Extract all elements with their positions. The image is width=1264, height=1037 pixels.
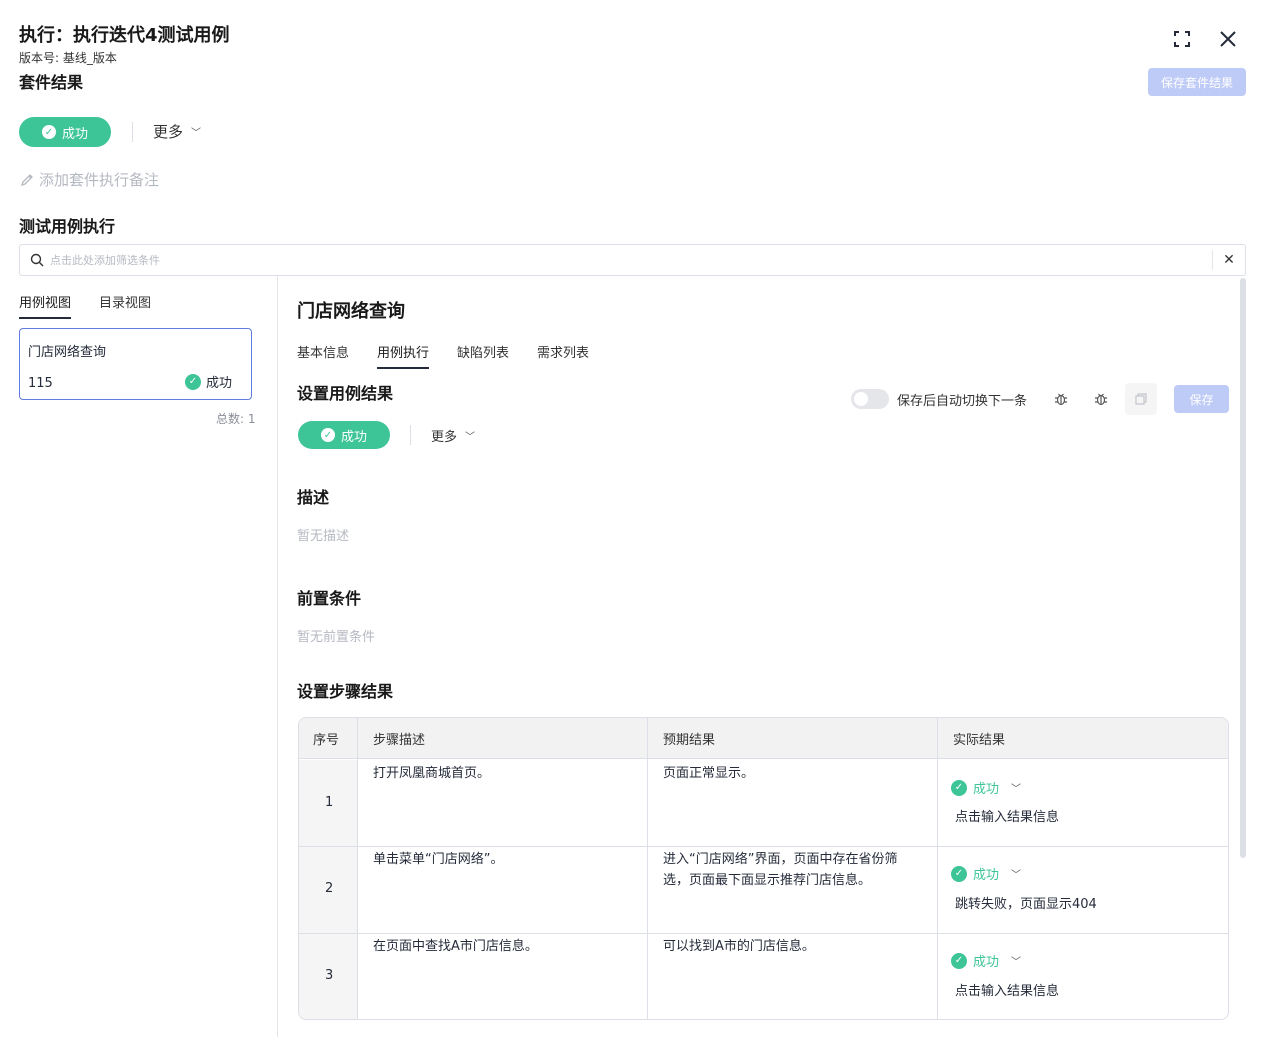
- step-description: 在页面中查找A市门店信息。: [373, 939, 538, 954]
- step-description: 单击菜单“门店网络”。: [373, 852, 504, 867]
- row-index: 1: [325, 795, 334, 810]
- precondition-empty: 暂无前置条件: [297, 630, 376, 645]
- case-status-label: 成功: [206, 376, 233, 391]
- case-status: ✓ 成功: [185, 372, 232, 391]
- suite-status-label: 成功: [61, 126, 88, 142]
- case-more-dropdown[interactable]: 更多 ﹀: [431, 426, 475, 445]
- step-description: 打开凤凰商城首页。: [373, 766, 491, 781]
- total-count: 总数: 1: [216, 412, 256, 426]
- tab-case-view[interactable]: 用例视图: [19, 292, 72, 319]
- add-note-label: 添加套件执行备注: [39, 171, 160, 189]
- actual-result-input[interactable]: 点击输入结果信息: [955, 807, 1059, 828]
- bug-icon[interactable]: [1051, 389, 1071, 409]
- auto-switch-toggle[interactable]: [851, 389, 889, 409]
- edit-icon: [20, 173, 33, 186]
- header-step: 步骤描述: [357, 718, 647, 759]
- step-results-heading: 设置步骤结果: [297, 682, 394, 701]
- divider: [132, 122, 133, 142]
- step-status-dropdown[interactable]: ✓ 成功 ﹀: [951, 778, 1021, 797]
- add-suite-note-link[interactable]: 添加套件执行备注: [19, 169, 159, 190]
- auto-switch-label: 保存后自动切换下一条: [897, 394, 1028, 409]
- description-empty: 暂无描述: [297, 529, 350, 544]
- tab-basic-info[interactable]: 基本信息: [297, 342, 349, 361]
- more-label: 更多: [153, 123, 184, 141]
- tab-requirement-list[interactable]: 需求列表: [537, 342, 589, 361]
- tab-directory-view[interactable]: 目录视图: [99, 292, 151, 311]
- case-status-button[interactable]: ✓ 成功: [298, 421, 390, 449]
- bug-add-icon[interactable]: [1091, 389, 1111, 409]
- row-index: 2: [325, 881, 334, 896]
- case-detail-title: 门店网络查询: [297, 301, 405, 322]
- steps-table: 序号 步骤描述 预期结果 实际结果 1 打开凤凰商城首页。 页面正常显示。 ✓ …: [298, 717, 1229, 1020]
- actual-result-input[interactable]: 跳转失败，页面显示404: [955, 894, 1097, 915]
- close-icon[interactable]: [1216, 27, 1240, 51]
- save-button[interactable]: 保存: [1174, 385, 1229, 413]
- search-icon: [30, 253, 44, 267]
- precondition-heading: 前置条件: [297, 589, 362, 608]
- suite-result-heading: 套件结果: [19, 73, 84, 92]
- expected-result-line-1: 进入“门店网络”界面，页面中存在省份筛: [663, 852, 898, 867]
- page-title: 执行：执行迭代4测试用例: [19, 25, 230, 46]
- chevron-down-icon: ﹀: [1011, 870, 1022, 881]
- header-expected: 预期结果: [647, 718, 937, 759]
- chevron-down-icon: ﹀: [191, 128, 202, 139]
- check-circle-icon: ✓: [951, 952, 967, 969]
- more-label: 更多: [431, 430, 458, 445]
- save-suite-result-button[interactable]: 保存套件结果: [1148, 68, 1246, 96]
- check-icon: ✓: [41, 125, 56, 139]
- suite-more-dropdown[interactable]: 更多 ﹀: [153, 121, 201, 142]
- row-index: 3: [325, 968, 334, 983]
- set-result-heading: 设置用例结果: [297, 384, 394, 403]
- case-card[interactable]: 门店网络查询 115 ✓ 成功: [19, 328, 252, 400]
- step-status-label: 成功: [973, 782, 1000, 797]
- check-circle-icon: ✓: [951, 865, 967, 882]
- check-circle-icon: ✓: [185, 373, 201, 390]
- case-name: 门店网络查询: [28, 345, 107, 360]
- filter-input[interactable]: 点击此处添加筛选条件: [50, 252, 1212, 268]
- check-circle-icon: ✓: [951, 779, 967, 796]
- divider: [410, 425, 411, 445]
- chevron-down-icon: ﹀: [1011, 784, 1022, 795]
- case-status-button-label: 成功: [340, 429, 367, 445]
- step-status-dropdown[interactable]: ✓ 成功 ﹀: [951, 951, 1021, 970]
- expected-result: 可以找到A市的门店信息。: [663, 939, 815, 954]
- tab-defect-list[interactable]: 缺陷列表: [457, 342, 509, 361]
- header-actual: 实际结果: [937, 718, 1228, 759]
- filter-bar[interactable]: 点击此处添加筛选条件 ✕: [19, 244, 1246, 276]
- expected-result-line-2: 选，页面最下面显示推荐门店信息。: [663, 873, 872, 888]
- actual-result-input[interactable]: 点击输入结果信息: [955, 981, 1059, 1002]
- check-icon: ✓: [320, 428, 335, 442]
- header-index: 序号: [299, 718, 357, 759]
- step-status-dropdown[interactable]: ✓ 成功 ﹀: [951, 864, 1021, 883]
- step-status-label: 成功: [973, 955, 1000, 970]
- copy-icon[interactable]: [1125, 383, 1157, 415]
- description-heading: 描述: [297, 488, 330, 507]
- case-id: 115: [28, 376, 53, 391]
- fullscreen-icon[interactable]: [1170, 27, 1194, 51]
- expected-result: 页面正常显示。: [663, 766, 755, 781]
- tab-case-execution[interactable]: 用例执行: [377, 342, 430, 369]
- version-label: 版本号: 基线_版本: [19, 51, 117, 65]
- chevron-down-icon: ﹀: [465, 432, 476, 443]
- chevron-down-icon: ﹀: [1011, 957, 1022, 968]
- execution-heading: 测试用例执行: [19, 217, 116, 236]
- step-status-label: 成功: [973, 868, 1000, 883]
- scrollbar[interactable]: [1240, 278, 1246, 858]
- suite-status-button[interactable]: ✓ 成功: [19, 117, 111, 147]
- clear-filter-icon[interactable]: ✕: [1213, 252, 1245, 268]
